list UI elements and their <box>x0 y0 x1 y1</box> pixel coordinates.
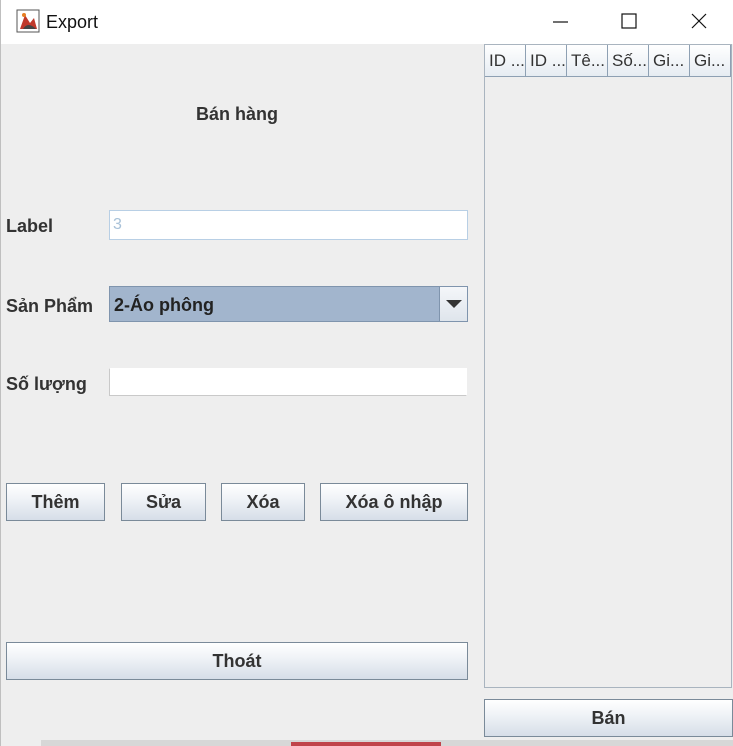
title-bar[interactable]: Export <box>1 0 733 44</box>
bottom-edge <box>41 740 733 746</box>
label-field-input[interactable]: 3 <box>109 210 468 240</box>
label-field-value: 3 <box>113 216 122 233</box>
export-window: Export Bán hàng Label 3 Sản Phẩm 2-Áo ph… <box>0 0 733 746</box>
product-selected-value: 2-Áo phông <box>114 295 214 315</box>
maximize-button[interactable] <box>606 0 652 44</box>
java-cup-icon <box>16 9 40 33</box>
column-header[interactable]: Số... <box>608 45 649 77</box>
window-title: Export <box>46 12 99 32</box>
label-field-label: Label <box>6 216 54 236</box>
minimize-icon <box>553 21 568 23</box>
product-dropdown-button[interactable] <box>439 287 467 321</box>
add-button[interactable]: Thêm <box>6 483 105 521</box>
column-header[interactable]: Gi... <box>649 45 690 77</box>
taskbar-strip <box>291 742 441 746</box>
sell-button[interactable]: Bán <box>484 699 733 737</box>
quantity-label: Số lượng <box>6 374 87 394</box>
close-button[interactable] <box>676 0 722 44</box>
form-heading: Bán hàng <box>196 104 279 124</box>
delete-button[interactable]: Xóa <box>221 483 305 521</box>
column-header[interactable]: ID ... <box>526 45 567 77</box>
quantity-input[interactable] <box>109 368 467 396</box>
close-icon <box>691 13 707 29</box>
minimize-button[interactable] <box>537 0 583 44</box>
maximize-icon <box>621 13 637 29</box>
column-header[interactable]: ID ... <box>485 45 526 77</box>
product-table[interactable]: ID ... ID ... Tê... Số... Gi... Gi... <box>484 44 732 688</box>
table-header: ID ... ID ... Tê... Số... Gi... Gi... <box>485 45 731 77</box>
clear-inputs-button[interactable]: Xóa ô nhập <box>320 483 468 521</box>
product-select[interactable]: 2-Áo phông <box>109 286 468 322</box>
exit-button[interactable]: Thoát <box>6 642 468 680</box>
edit-button[interactable]: Sửa <box>121 483 206 521</box>
triangle-down-icon <box>446 300 462 308</box>
column-header[interactable]: Gi... <box>690 45 731 77</box>
column-header[interactable]: Tê... <box>567 45 608 77</box>
product-label: Sản Phẩm <box>6 296 94 316</box>
